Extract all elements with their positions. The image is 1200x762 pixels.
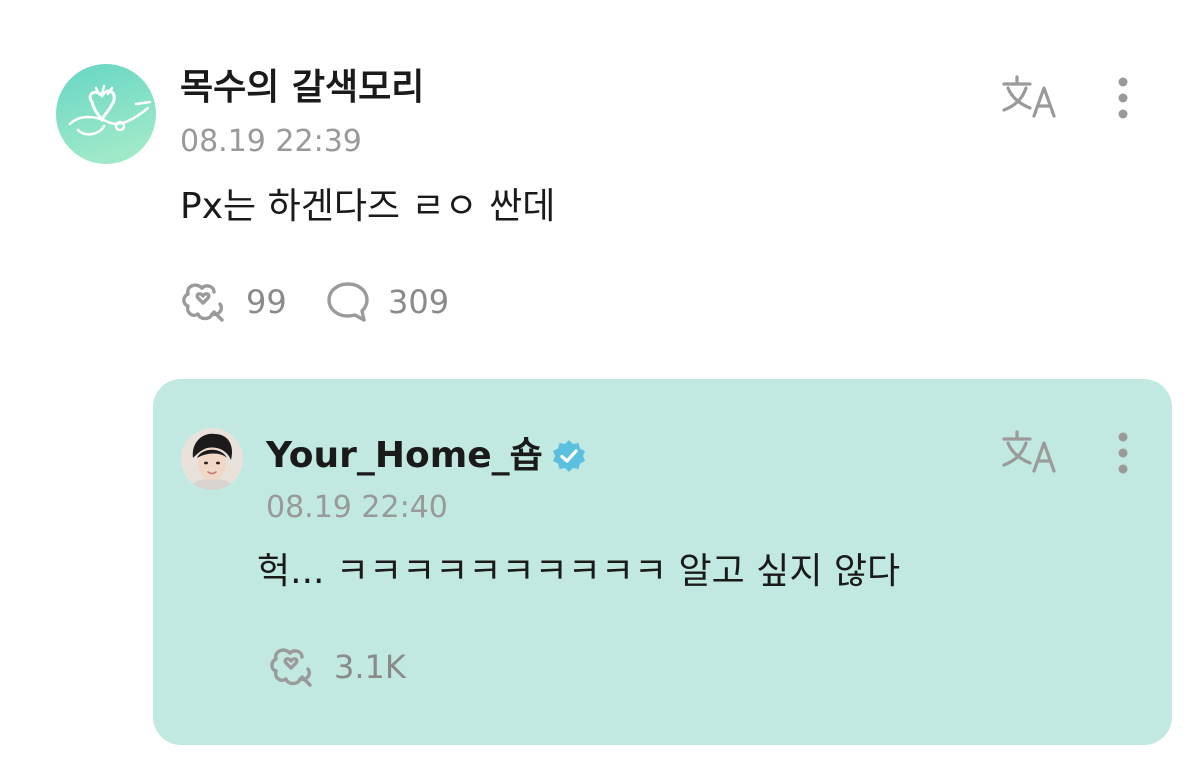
verified-badge-icon — [552, 440, 585, 472]
like-count: 99 — [246, 283, 287, 321]
more-vertical-icon[interactable] — [1111, 429, 1135, 477]
timestamp: 08.19 22:39 — [180, 124, 362, 159]
comment-thread: 목수의 갈색모리 08.19 22:39 Px는 하겐다즈 ㄹㅇ 싼데 99 3… — [0, 0, 1200, 762]
reply-text: 헉... ㅋㅋㅋㅋㅋㅋㅋㅋㅋㅋ 알고 싶지 않다 — [257, 551, 901, 592]
speech-bubble-icon — [327, 282, 369, 322]
heart-bubble-icon — [270, 648, 312, 687]
heart-bubble-icon — [182, 283, 224, 322]
translate-icon[interactable] — [1000, 72, 1058, 120]
author-name-row: Your_Home_숍 — [266, 434, 587, 478]
translate-icon[interactable] — [1000, 427, 1058, 475]
more-vertical-icon[interactable] — [1111, 74, 1135, 122]
timestamp: 08.19 22:40 — [266, 490, 448, 525]
comment-post: 목수의 갈색모리 08.19 22:39 Px는 하겐다즈 ㄹㅇ 싼데 99 3… — [0, 0, 1200, 370]
avatar[interactable] — [56, 64, 156, 164]
like-button[interactable]: 99 — [180, 280, 287, 324]
comment-button[interactable]: 309 — [326, 280, 449, 324]
author-name[interactable]: 목수의 갈색모리 — [180, 66, 424, 110]
like-count: 3.1K — [334, 648, 406, 686]
comment-text: Px는 하겐다즈 ㄹㅇ 싼데 — [180, 186, 556, 227]
reply-card: Your_Home_숍 08.19 22:40 헉... ㅋㅋㅋㅋㅋㅋㅋㅋㅋㅋ … — [153, 379, 1172, 745]
author-name[interactable]: Your_Home_숍 — [266, 434, 543, 478]
avatar-illustration-icon — [56, 64, 156, 164]
avatar[interactable] — [181, 428, 243, 490]
comment-count: 309 — [388, 283, 450, 321]
avatar-photo-icon — [181, 428, 243, 490]
like-button[interactable]: 3.1K — [268, 645, 406, 689]
